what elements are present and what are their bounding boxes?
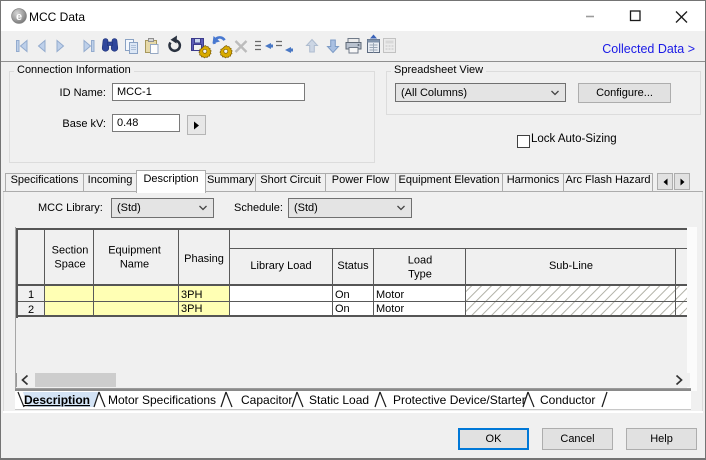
svg-text:Motor: Motor xyxy=(376,303,404,315)
svg-text:e: e xyxy=(16,11,22,23)
svg-text:Phasing: Phasing xyxy=(184,253,224,265)
svg-text:Motor Specifications: Motor Specifications xyxy=(108,393,216,407)
svg-text:Description: Description xyxy=(24,393,90,407)
svg-text:Section: Section xyxy=(52,245,89,257)
svg-text:Type: Type xyxy=(408,269,432,281)
svg-text:2: 2 xyxy=(28,304,34,316)
svg-text:Library Load: Library Load xyxy=(250,260,311,272)
svg-text:Capacitor: Capacitor xyxy=(241,393,292,407)
svg-text:1: 1 xyxy=(28,289,34,301)
svg-text:3PH: 3PH xyxy=(181,303,202,315)
svg-text:Conductor: Conductor xyxy=(540,393,595,407)
svg-text:On: On xyxy=(335,303,350,315)
svg-text:3PH: 3PH xyxy=(181,289,202,301)
svg-text:Protective Device/Starter: Protective Device/Starter xyxy=(393,393,526,407)
svg-text:Equipment: Equipment xyxy=(108,245,161,257)
svg-text:Space: Space xyxy=(54,259,85,271)
svg-text:On: On xyxy=(335,289,350,301)
svg-text:Status: Status xyxy=(337,260,369,272)
svg-text:Name: Name xyxy=(120,259,149,271)
svg-text:Motor: Motor xyxy=(376,289,404,301)
svg-text:Static Load: Static Load xyxy=(309,393,369,407)
svg-text:Load: Load xyxy=(408,255,432,267)
svg-text:Sub-Line: Sub-Line xyxy=(549,260,593,272)
